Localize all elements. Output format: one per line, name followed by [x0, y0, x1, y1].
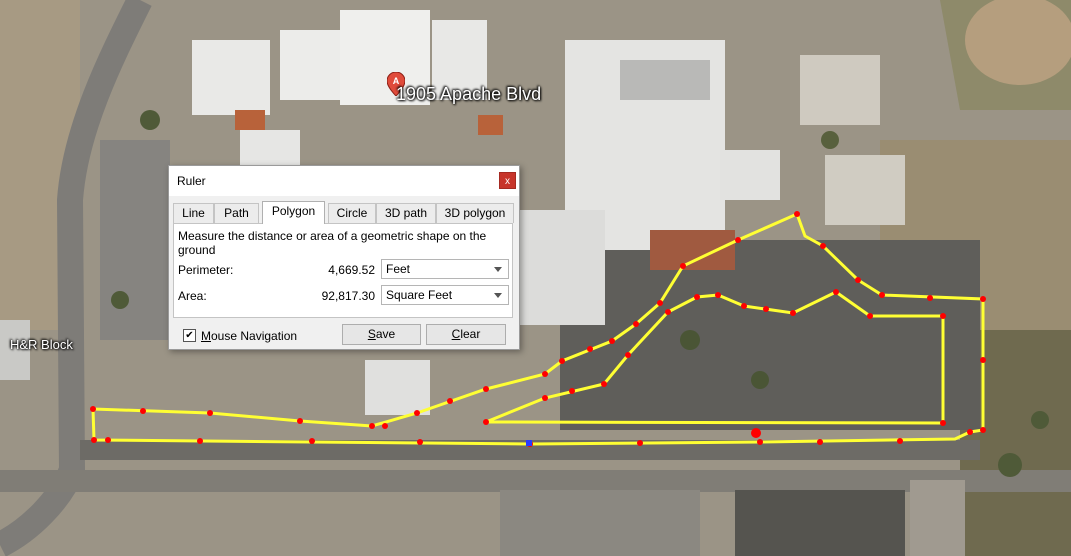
- save-label: ave: [375, 327, 396, 341]
- mouse-navigation-mnemonic: M: [201, 329, 211, 343]
- chevron-down-icon: [494, 267, 502, 272]
- mouse-navigation-checkbox[interactable]: ✔: [183, 329, 196, 342]
- tab-polygon[interactable]: Polygon: [262, 201, 325, 224]
- close-button[interactable]: x: [499, 172, 516, 189]
- perimeter-unit: Feet: [386, 262, 411, 276]
- building: [620, 60, 710, 100]
- ruler-dialog: Ruler x Line Path Polygon Circle 3D path…: [168, 165, 520, 350]
- dialog-title: Ruler: [177, 174, 206, 188]
- mouse-navigation-label[interactable]: Mouse Navigation: [201, 329, 297, 343]
- building: [280, 30, 345, 100]
- area-value: 92,817.30: [321, 289, 375, 303]
- building: [240, 130, 300, 165]
- parking-lot-south: [735, 490, 905, 556]
- building: [520, 210, 605, 325]
- building: [650, 230, 735, 270]
- perimeter-label: Perimeter:: [178, 263, 234, 277]
- panel-description: Measure the distance or area of a geomet…: [178, 229, 487, 257]
- building: [192, 40, 270, 115]
- tab-path[interactable]: Path: [214, 203, 259, 223]
- area-unit: Square Feet: [386, 288, 453, 302]
- active-vertex-marker: [526, 440, 532, 446]
- tab-3d-polygon[interactable]: 3D polygon: [436, 203, 514, 223]
- building: [720, 150, 780, 200]
- save-mnemonic: S: [367, 327, 376, 341]
- tab-circle[interactable]: Circle: [328, 203, 376, 223]
- save-button[interactable]: Save: [342, 324, 421, 345]
- chevron-down-icon: [494, 293, 502, 298]
- clear-label: lear: [460, 327, 481, 341]
- dialog-titlebar[interactable]: Ruler x: [169, 166, 519, 196]
- tab-3d-path[interactable]: 3D path: [376, 203, 436, 223]
- area-unit-select[interactable]: Square Feet: [381, 285, 509, 305]
- building: [478, 115, 503, 135]
- perimeter-value: 4,669.52: [328, 263, 375, 277]
- building: [365, 360, 430, 415]
- building: [825, 155, 905, 225]
- place-label[interactable]: 1905 Apache Blvd: [396, 84, 541, 105]
- building: [235, 110, 265, 130]
- tab-line[interactable]: Line: [173, 203, 214, 223]
- building: [800, 55, 880, 125]
- mouse-navigation-text: ouse Navigation: [211, 329, 298, 343]
- building: [910, 480, 965, 556]
- tab-bar: Line Path Polygon Circle 3D path 3D poly…: [173, 201, 515, 224]
- polygon-panel: Measure the distance or area of a geomet…: [173, 223, 513, 318]
- area-label: Area:: [178, 289, 207, 303]
- parking-lot-west: [100, 140, 170, 340]
- perimeter-unit-select[interactable]: Feet: [381, 259, 509, 279]
- business-label[interactable]: H&R Block: [10, 337, 73, 352]
- clear-button[interactable]: Clear: [426, 324, 506, 345]
